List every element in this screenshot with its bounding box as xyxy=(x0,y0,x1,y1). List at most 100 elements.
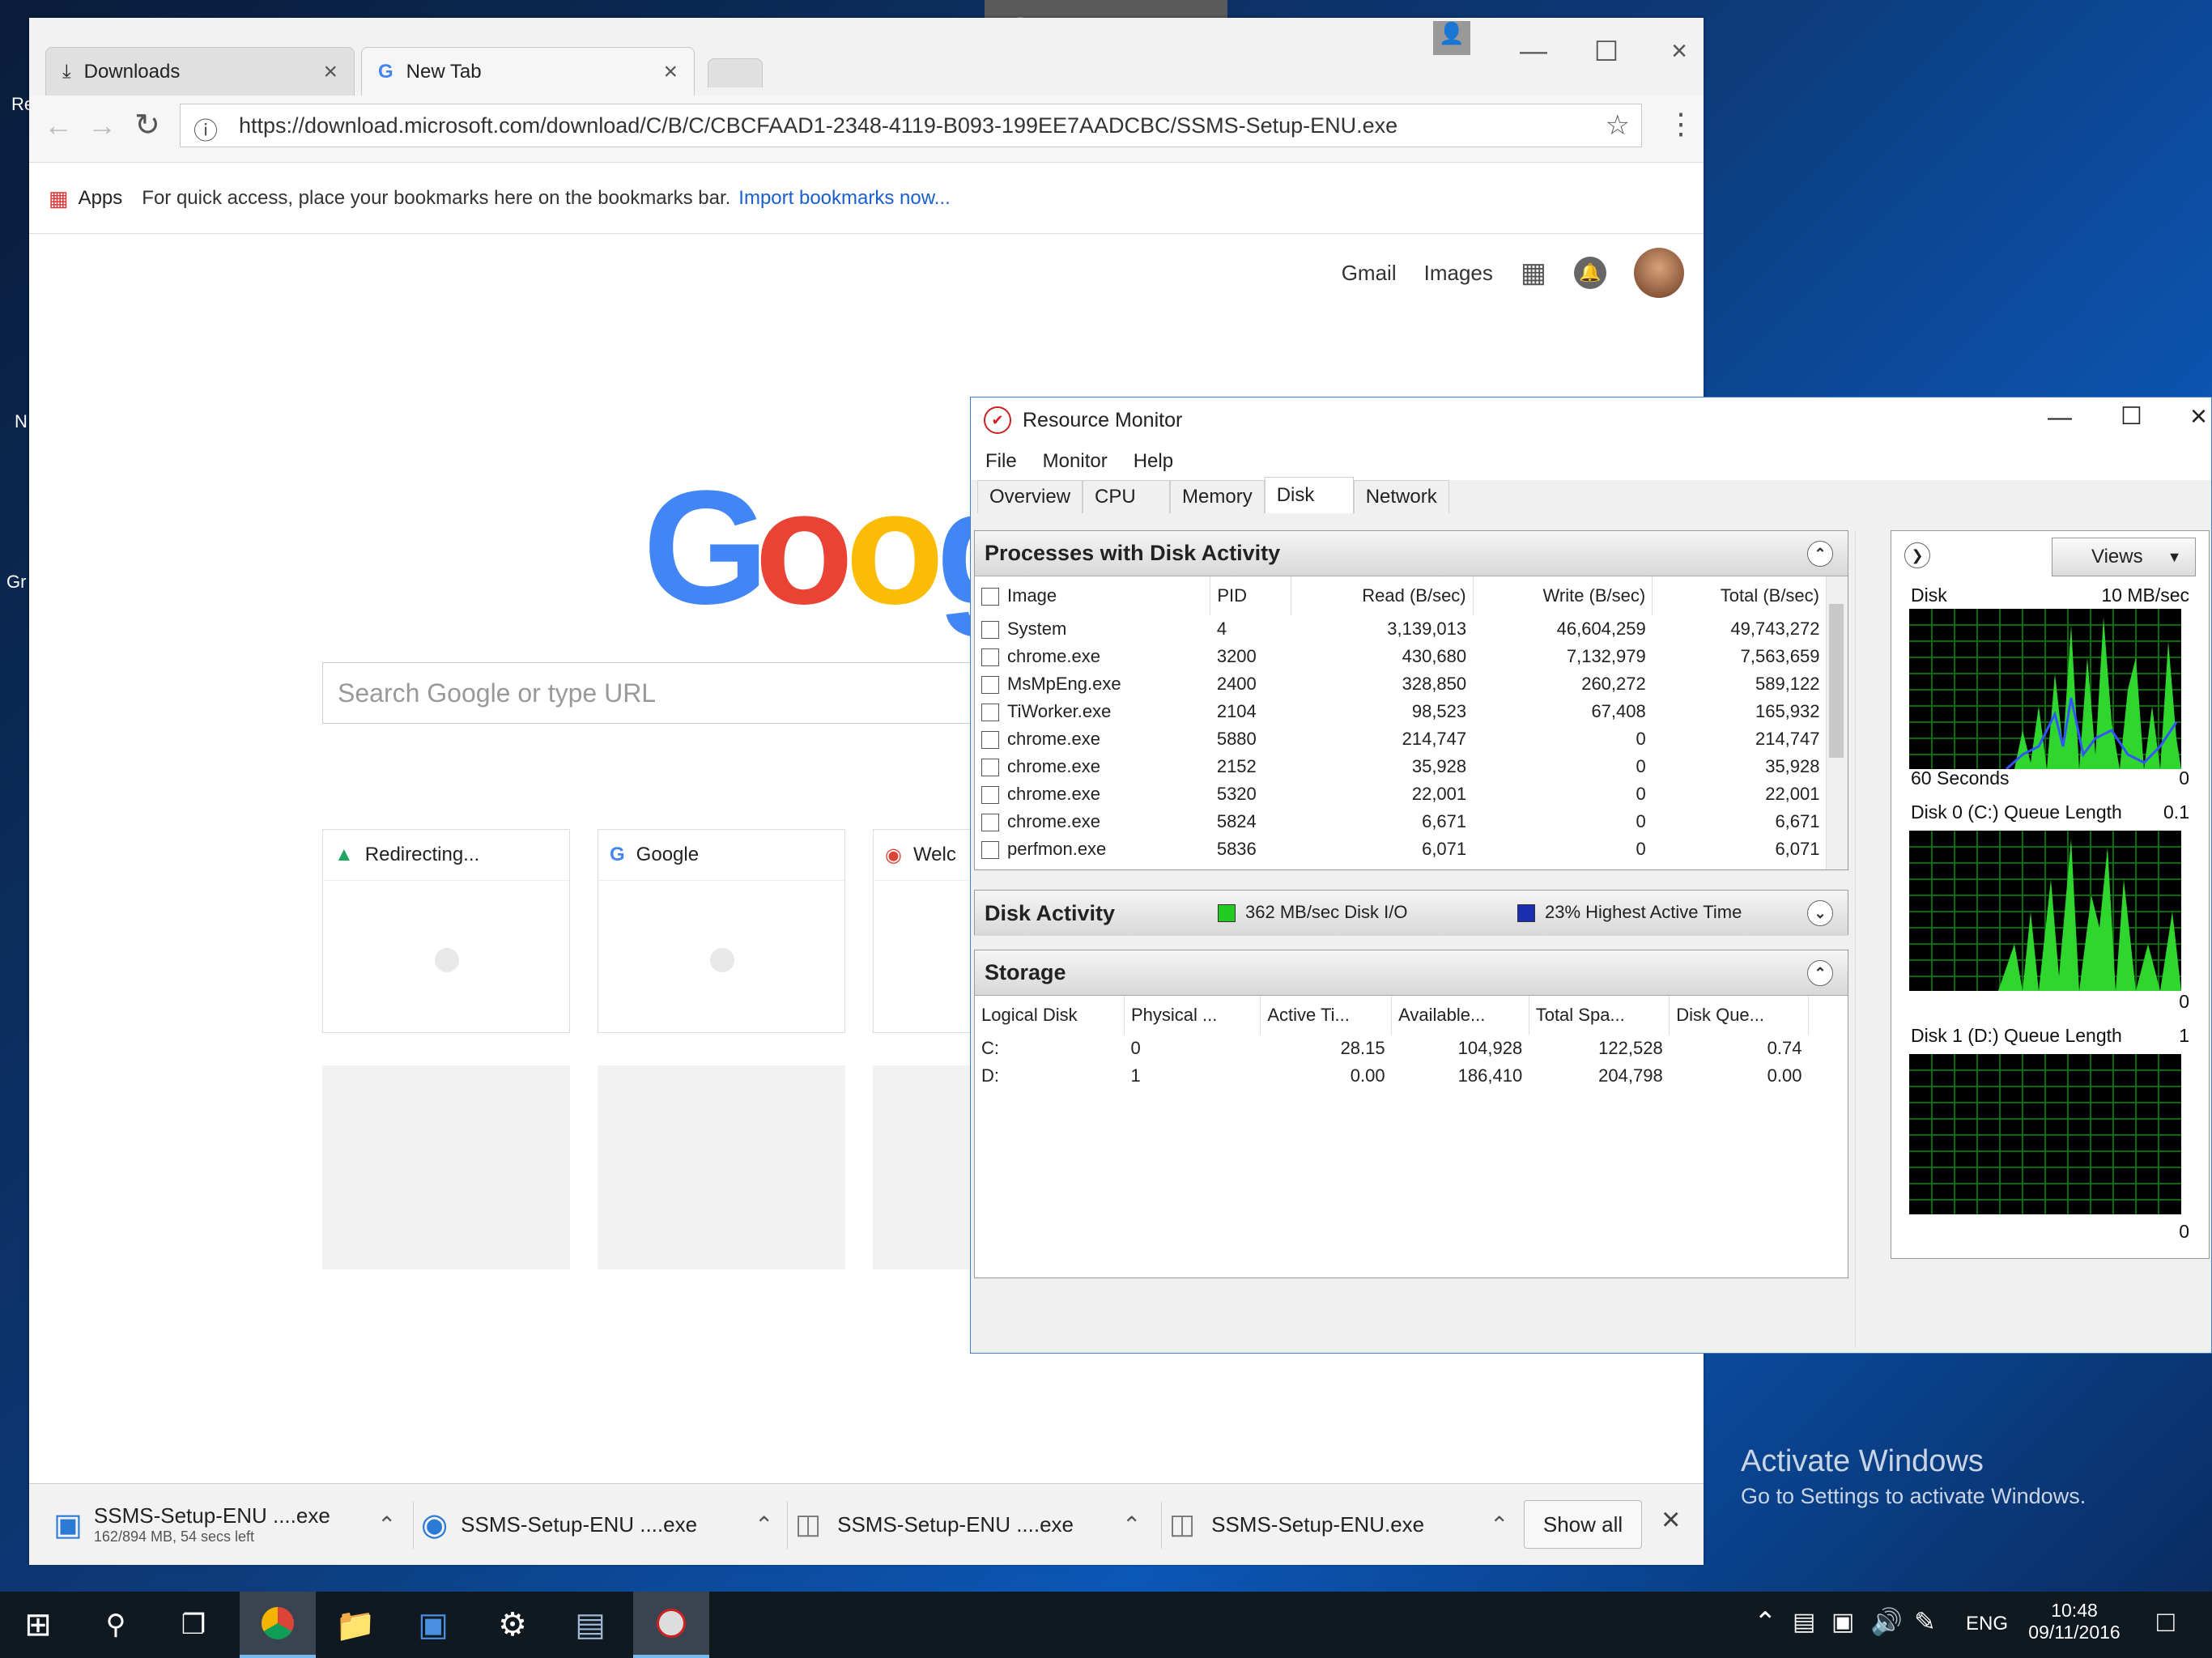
close-icon[interactable]: × xyxy=(2190,399,2207,433)
table-row[interactable]: System 4 3,139,013 46,604,259 49,743,272 xyxy=(975,615,1827,643)
tab-memory[interactable]: Memory xyxy=(1170,480,1265,513)
search-icon[interactable]: ⚲ xyxy=(78,1592,154,1658)
row-checkbox[interactable] xyxy=(981,841,999,860)
row-checkbox[interactable] xyxy=(981,786,999,805)
scrollbar-thumb[interactable] xyxy=(1829,604,1844,758)
row-checkbox[interactable] xyxy=(981,621,999,640)
windows-start-icon[interactable]: ⊞ xyxy=(0,1592,76,1658)
column-header[interactable]: Physical ... xyxy=(1124,996,1261,1035)
show-all-button[interactable]: Show all xyxy=(1524,1500,1642,1549)
file-explorer-icon[interactable]: 📁 xyxy=(317,1592,393,1658)
panel-header[interactable]: Storage ⌃ xyxy=(975,950,1848,996)
chevron-up-icon[interactable]: ⌃ xyxy=(755,1511,773,1538)
scrollbar[interactable] xyxy=(1826,576,1848,869)
table-row[interactable]: chrome.exe 3200 430,680 7,132,979 7,563,659 xyxy=(975,643,1827,670)
column-header[interactable]: Logical Disk xyxy=(975,996,1125,1035)
profile-icon[interactable]: 👤 xyxy=(1433,21,1470,55)
row-checkbox[interactable] xyxy=(981,704,999,722)
maximize-icon[interactable]: ☐ xyxy=(1590,36,1623,68)
desktop-icon-label[interactable]: Gr xyxy=(6,572,26,593)
clock[interactable]: 10:48 09/11/2016 xyxy=(2026,1600,2123,1643)
panel-header[interactable]: Disk Activity 362 MB/sec Disk I/O 23% Hi… xyxy=(975,891,1848,936)
column-header[interactable]: Total Spa... xyxy=(1529,996,1670,1035)
search-input[interactable]: Search Google or type URL xyxy=(322,662,1051,724)
column-header[interactable]: Disk Que... xyxy=(1669,996,1809,1035)
network-drive-icon[interactable]: ▤ xyxy=(552,1592,628,1658)
apps-link[interactable]: Apps xyxy=(79,187,123,210)
address-bar[interactable]: ⓘ https://download.microsoft.com/downloa… xyxy=(180,104,1642,147)
table-row[interactable]: MsMpEng.exe 2400 328,850 260,272 589,122 xyxy=(975,670,1827,698)
tab-overview[interactable]: Overview xyxy=(977,480,1083,513)
table-row[interactable]: C: 0 28.15 104,928 122,528 0.74 xyxy=(975,1035,1809,1062)
tab-new-tab[interactable]: G New Tab × xyxy=(361,47,695,96)
resource-monitor-taskbar-icon[interactable] xyxy=(633,1592,709,1658)
avatar[interactable] xyxy=(1634,248,1684,298)
table-row[interactable]: perfmon.exe 5836 6,071 0 6,071 xyxy=(975,835,1827,863)
scrollbar[interactable] xyxy=(1855,530,1877,1348)
forward-icon[interactable]: → xyxy=(87,108,117,142)
notifications-icon[interactable]: 🔔 xyxy=(1574,257,1606,289)
expand-icon[interactable]: ⌄ xyxy=(1807,900,1833,926)
download-item[interactable]: ◫ SSMS-Setup-ENU ....exe ⌃ xyxy=(795,1484,1151,1565)
select-all-checkbox[interactable] xyxy=(981,588,999,606)
download-item[interactable]: ◫ SSMS-Setup-ENU.exe ⌃ xyxy=(1169,1484,1525,1565)
column-header[interactable]: Total (B/sec) xyxy=(1652,576,1827,615)
app-window-icon[interactable]: ▣ xyxy=(395,1592,471,1658)
chevron-up-icon[interactable]: ⌃ xyxy=(377,1511,396,1538)
tab-cpu[interactable]: CPU xyxy=(1083,480,1171,513)
column-header[interactable]: Read (B/sec) xyxy=(1291,576,1474,615)
language-indicator[interactable]: ENG xyxy=(1966,1613,2008,1635)
table-row[interactable]: chrome.exe 5824 6,671 0 6,671 xyxy=(975,808,1827,835)
chrome-taskbar-icon[interactable] xyxy=(240,1592,316,1658)
download-item[interactable]: ◉ SSMS-Setup-ENU ....exe ⌃ xyxy=(421,1484,777,1565)
most-visited-tile[interactable]: G Google xyxy=(598,829,845,1033)
images-link[interactable]: Images xyxy=(1424,261,1493,286)
column-header[interactable]: Image xyxy=(975,576,1211,615)
column-header[interactable]: Active Ti... xyxy=(1260,996,1393,1035)
tab-network[interactable]: Network xyxy=(1353,480,1449,513)
table-row[interactable]: chrome.exe 5320 22,001 0 22,001 xyxy=(975,780,1827,808)
desktop-icon-label[interactable]: N xyxy=(15,411,28,432)
column-header[interactable]: Available... xyxy=(1391,996,1529,1035)
collapse-icon[interactable]: ⌃ xyxy=(1807,960,1833,986)
task-view-icon[interactable]: ❐ xyxy=(155,1592,232,1658)
close-icon[interactable]: × xyxy=(323,58,338,86)
close-icon[interactable]: × xyxy=(663,58,678,86)
close-icon[interactable]: × xyxy=(1661,1502,1680,1538)
minimize-icon[interactable]: — xyxy=(2048,404,2072,432)
table-row[interactable]: chrome.exe 2152 35,928 0 35,928 xyxy=(975,753,1827,780)
chevron-up-icon[interactable]: ⌃ xyxy=(1122,1511,1141,1538)
views-button[interactable]: Views ▼ xyxy=(2052,538,2196,576)
expand-right-icon[interactable]: ❯ xyxy=(1904,542,1930,568)
action-center-icon[interactable]: □ xyxy=(2157,1605,2175,1639)
import-bookmarks-link[interactable]: Import bookmarks now... xyxy=(738,187,950,210)
row-checkbox[interactable] xyxy=(981,814,999,832)
star-icon[interactable]: ☆ xyxy=(1606,109,1630,142)
table-row[interactable]: D: 1 0.00 186,410 204,798 0.00 xyxy=(975,1062,1809,1090)
menu-file[interactable]: File xyxy=(985,450,1017,473)
back-icon[interactable]: ← xyxy=(44,108,73,142)
menu-monitor[interactable]: Monitor xyxy=(1043,450,1108,473)
table-row[interactable]: chrome.exe 5880 214,747 0 214,747 xyxy=(975,725,1827,753)
row-checkbox[interactable] xyxy=(981,676,999,695)
row-checkbox[interactable] xyxy=(981,759,999,777)
minimize-icon[interactable]: — xyxy=(1517,36,1550,67)
column-header[interactable]: Write (B/sec) xyxy=(1473,576,1653,615)
most-visited-tile[interactable]: ▲ Redirecting... xyxy=(322,829,570,1033)
panel-header[interactable]: Processes with Disk Activity ⌃ xyxy=(975,531,1848,576)
chevron-up-icon[interactable]: ⌃ xyxy=(1490,1511,1508,1538)
table-row[interactable]: TiWorker.exe 2104 98,523 67,408 165,932 xyxy=(975,698,1827,725)
menu-help[interactable]: Help xyxy=(1134,450,1173,473)
new-tab-button[interactable] xyxy=(708,58,763,87)
battery-icon[interactable]: ▤ xyxy=(1793,1608,1815,1636)
info-icon[interactable]: ⓘ xyxy=(194,111,218,147)
tab-downloads[interactable]: ⤓ Downloads × xyxy=(45,47,355,96)
gmail-link[interactable]: Gmail xyxy=(1342,261,1397,286)
collapse-icon[interactable]: ⌃ xyxy=(1807,541,1833,567)
close-icon[interactable]: × xyxy=(1663,36,1695,67)
tab-disk[interactable]: Disk xyxy=(1264,477,1354,513)
row-checkbox[interactable] xyxy=(981,648,999,667)
settings-icon[interactable]: ⚙ xyxy=(474,1592,551,1658)
reload-icon[interactable]: ↻ xyxy=(134,107,160,143)
pen-icon[interactable]: ✎ xyxy=(1914,1606,1936,1637)
